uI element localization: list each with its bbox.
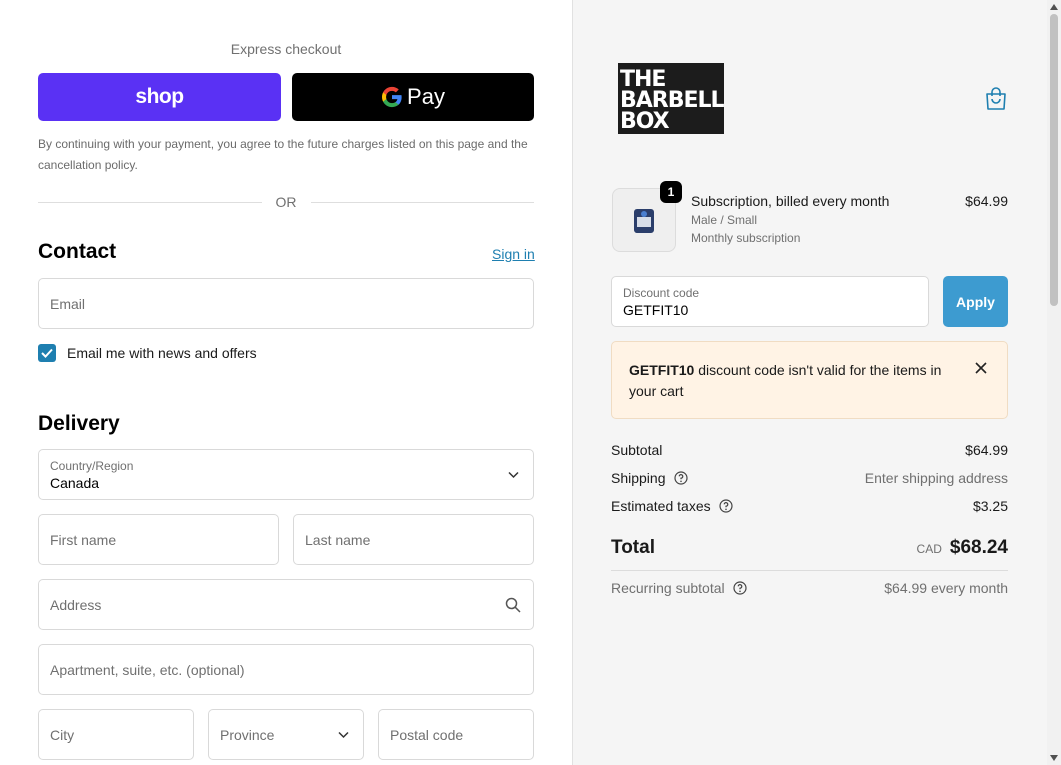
newsletter-option[interactable]: Email me with news and offers <box>38 344 257 362</box>
shipping-label-group: Shipping <box>611 470 688 486</box>
apartment-placeholder: Apartment, suite, etc. (optional) <box>50 661 245 678</box>
currency-code: CAD <box>916 542 942 556</box>
sign-in-link[interactable]: Sign in <box>492 246 535 262</box>
taxes-value: $3.25 <box>972 498 1008 514</box>
store-logo[interactable]: THE BARBELL BOX <box>618 63 725 134</box>
country-value: Canada <box>50 475 100 491</box>
delivery-heading: Delivery <box>38 412 120 435</box>
help-icon[interactable] <box>673 471 688 485</box>
recurring-row: Recurring subtotal $64.99 every month <box>611 580 1008 596</box>
subtotal-value: $64.99 <box>965 442 1008 458</box>
search-icon <box>505 597 521 613</box>
chevron-down-icon <box>338 731 349 738</box>
checkmark-icon <box>41 348 53 358</box>
item-price: $64.99 <box>965 193 1008 209</box>
postal-code-field[interactable]: Postal code <box>378 709 534 760</box>
first-name-placeholder: First name <box>50 531 117 548</box>
email-placeholder: Email <box>50 295 86 312</box>
subtotal-label: Subtotal <box>611 442 663 458</box>
city-placeholder: City <box>50 726 75 743</box>
total-value: $68.24 <box>949 537 1008 558</box>
quantity-badge: 1 <box>660 181 682 203</box>
google-g-icon <box>382 86 402 108</box>
checkout-form-panel: Express checkout shop Pay By continuing … <box>0 0 572 765</box>
payment-terms-text: By continuing with your payment, you agr… <box>38 137 528 172</box>
shipping-value: Enter shipping address <box>864 470 1008 486</box>
first-name-field[interactable]: First name <box>38 514 279 565</box>
postal-code-placeholder: Postal code <box>390 726 464 743</box>
apartment-field[interactable]: Apartment, suite, etc. (optional) <box>38 644 534 695</box>
city-field[interactable]: City <box>38 709 194 760</box>
subtotal-row: Subtotal $64.99 <box>611 442 1008 458</box>
total-row: Total CAD $68.24 <box>611 537 1008 559</box>
discount-error-alert: GETFIT10 discount code isn't valid for t… <box>611 341 1008 419</box>
total-amount-group: CAD $68.24 <box>917 537 1008 559</box>
scrollbar-thumb[interactable] <box>1050 14 1058 306</box>
address-field[interactable]: Address <box>38 579 534 630</box>
province-placeholder: Province <box>220 726 275 743</box>
express-checkout-title: Express checkout <box>230 41 342 57</box>
shopping-bag-icon[interactable] <box>985 87 1007 111</box>
address-placeholder: Address <box>50 596 102 613</box>
or-divider: OR <box>38 193 534 211</box>
item-plan: Monthly subscription <box>691 231 801 245</box>
contact-heading: Contact <box>38 240 117 263</box>
apply-discount-button[interactable]: Apply <box>943 276 1008 327</box>
scroll-down-arrow-icon[interactable] <box>1050 755 1058 761</box>
help-icon[interactable] <box>733 581 747 595</box>
item-name: Subscription, billed every month <box>691 193 890 209</box>
taxes-label-group: Estimated taxes <box>611 498 733 514</box>
logo-line: BOX <box>620 109 670 134</box>
page-scrollbar[interactable] <box>1047 0 1061 765</box>
product-image-icon <box>634 209 654 233</box>
newsletter-checkbox[interactable] <box>38 344 56 362</box>
recurring-value: $64.99 every month <box>884 580 1008 596</box>
newsletter-label: Email me with news and offers <box>67 345 257 361</box>
or-text: OR <box>275 194 297 210</box>
divider-line <box>310 201 534 203</box>
scroll-up-arrow-icon[interactable] <box>1050 4 1058 10</box>
shop-pay-label: shop <box>135 85 184 108</box>
close-icon[interactable] <box>974 361 988 375</box>
province-select[interactable]: Province <box>208 709 364 760</box>
google-pay-button[interactable]: Pay <box>292 73 534 121</box>
item-variant: Male / Small <box>691 213 758 227</box>
country-label: Country/Region <box>50 459 134 473</box>
taxes-label: Estimated taxes <box>611 498 711 514</box>
logo-line: THE <box>620 67 666 92</box>
shipping-row: Shipping Enter shipping address <box>611 470 1008 486</box>
recurring-label-group: Recurring subtotal <box>611 580 747 596</box>
help-icon[interactable] <box>719 499 733 513</box>
country-select[interactable]: Country/Region Canada <box>38 449 534 500</box>
last-name-field[interactable]: Last name <box>293 514 534 565</box>
taxes-row: Estimated taxes $3.25 <box>611 498 1008 514</box>
divider-line <box>38 201 262 203</box>
recurring-label: Recurring subtotal <box>611 580 725 596</box>
discount-code-value: GETFIT10 <box>623 302 689 318</box>
total-label: Total <box>611 537 655 558</box>
discount-code-field[interactable]: Discount code GETFIT10 <box>611 276 929 327</box>
logo-line: BARBELL <box>620 88 725 113</box>
google-pay-label: Pay <box>407 84 445 109</box>
discount-code-label: Discount code <box>623 286 700 300</box>
chevron-down-icon <box>508 471 519 478</box>
email-field[interactable]: Email <box>38 278 534 329</box>
shop-pay-button[interactable]: shop <box>38 73 281 121</box>
total-divider <box>611 570 1008 571</box>
discount-error-message: GETFIT10 discount code isn't valid for t… <box>629 360 959 402</box>
last-name-placeholder: Last name <box>305 531 371 548</box>
shipping-label: Shipping <box>611 470 666 486</box>
error-code: GETFIT10 <box>629 362 695 378</box>
